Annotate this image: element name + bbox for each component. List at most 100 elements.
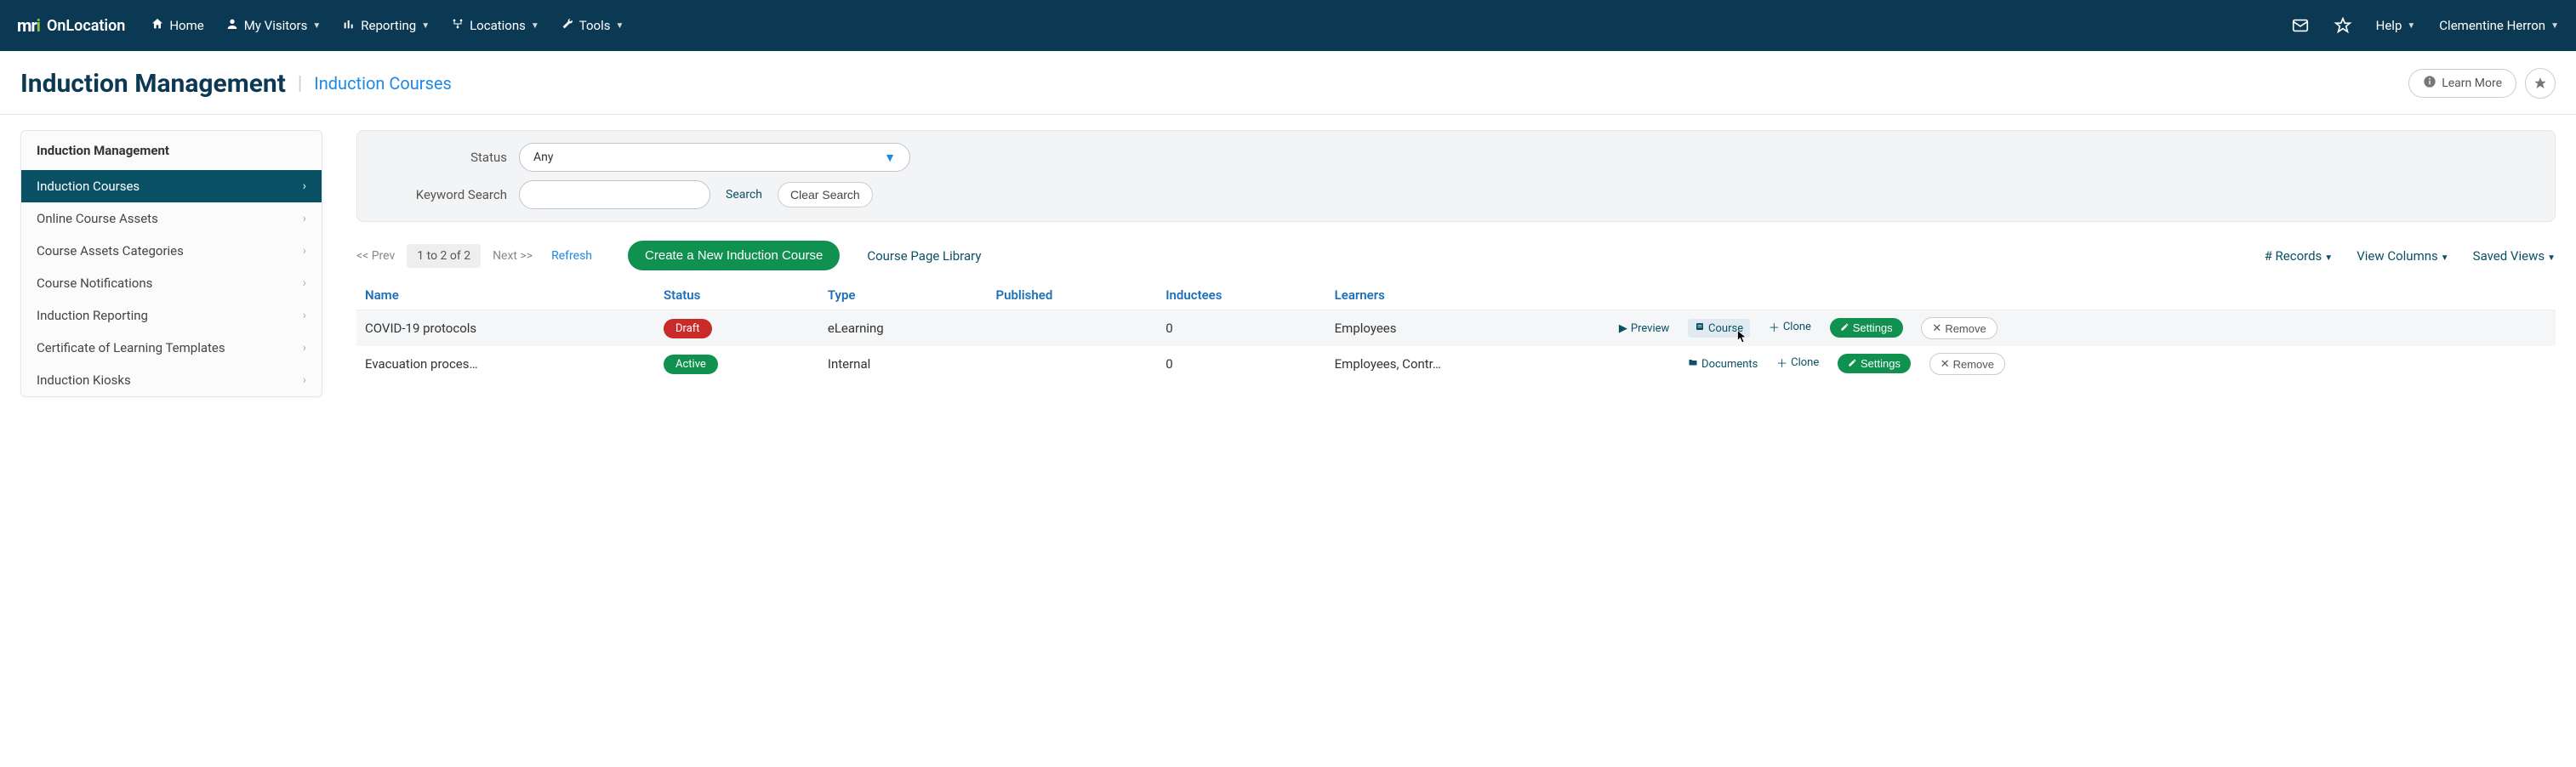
nav-reporting[interactable]: Reporting ▼ [342, 17, 430, 34]
col-name[interactable]: Name [356, 281, 655, 310]
chevron-right-icon: › [303, 373, 306, 387]
documents-link[interactable]: Documents [1688, 357, 1758, 371]
documents-label: Documents [1701, 358, 1758, 371]
sidebar-item-label: Course Notifications [37, 276, 152, 291]
col-type[interactable]: Type [819, 281, 988, 310]
sidebar-item-kiosks[interactable]: Induction Kiosks › [21, 364, 322, 396]
clone-label: Clone [1783, 321, 1811, 333]
prev-page[interactable]: << Prev [356, 249, 395, 263]
nav-visitors-label: My Visitors [244, 18, 308, 33]
star-icon[interactable] [2334, 16, 2352, 35]
brand[interactable]: mri OnLocation [17, 15, 125, 36]
next-page[interactable]: Next >> [493, 249, 533, 263]
cell-inductees[interactable]: 0 [1157, 310, 1325, 347]
status-badge: Draft [664, 319, 712, 338]
status-label: Status [374, 150, 519, 165]
mail-icon[interactable] [2291, 16, 2310, 35]
chevron-right-icon: › [303, 244, 306, 258]
body: Induction Management Induction Courses ›… [0, 115, 2576, 412]
saved-views-dropdown[interactable]: Saved Views▼ [2473, 248, 2556, 264]
nav-home[interactable]: Home [151, 17, 203, 34]
columns-label: View Columns [2357, 248, 2438, 264]
settings-button[interactable]: Settings [1830, 318, 1903, 338]
edit-icon [1848, 357, 1857, 370]
nav-right: Help ▼ Clementine Herron ▼ [2291, 16, 2559, 35]
col-published[interactable]: Published [987, 281, 1157, 310]
settings-label: Settings [1861, 357, 1901, 370]
cell-published [987, 346, 1157, 382]
col-actions [1610, 281, 2556, 310]
caret-down-icon: ▼ [2407, 21, 2415, 31]
caret-down-icon: ▼ [312, 21, 321, 31]
cell-name: Evacuation proces… [356, 346, 655, 382]
cell-type: Internal [819, 346, 988, 382]
status-value: Any [533, 151, 554, 164]
edit-icon [1840, 321, 1849, 334]
clone-link[interactable]: ＋Clone [1776, 355, 1819, 371]
table-header-row: Name Status Type Published Inductees Lea… [356, 281, 2556, 310]
cell-learners: Employees, Contr… [1326, 346, 1610, 382]
search-button[interactable]: Search [726, 188, 762, 202]
sidebar-item-courses[interactable]: Induction Courses › [21, 170, 322, 202]
remove-label: Remove [1945, 322, 1986, 335]
col-inductees[interactable]: Inductees [1157, 281, 1325, 310]
nav-user[interactable]: Clementine Herron ▼ [2439, 18, 2559, 33]
course-link[interactable]: Course [1688, 319, 1750, 338]
records-label: # Records [2265, 248, 2322, 264]
col-learners[interactable]: Learners [1326, 281, 1610, 310]
nav-tools-label: Tools [579, 18, 611, 33]
clone-link[interactable]: ＋Clone [1769, 319, 1811, 335]
nav-help[interactable]: Help ▼ [2376, 18, 2416, 33]
page-header: Induction Management | Induction Courses… [0, 51, 2576, 115]
sidebar-header: Induction Management [21, 131, 322, 170]
favorite-button[interactable] [2525, 68, 2556, 99]
close-icon: ✕ [1941, 357, 1950, 371]
clear-search-button[interactable]: Clear Search [778, 182, 873, 207]
sidebar-item-asset-categories[interactable]: Course Assets Categories › [21, 235, 322, 267]
remove-button[interactable]: ✕ Remove [1921, 317, 1997, 339]
caret-down-icon: ▼ [421, 21, 430, 31]
records-dropdown[interactable]: # Records▼ [2265, 248, 2334, 264]
close-icon: ✕ [1932, 321, 1941, 335]
remove-button[interactable]: ✕Remove [1929, 353, 2005, 375]
learn-more-button[interactable]: Learn More [2408, 69, 2516, 98]
status-select[interactable]: Any ▼ [519, 143, 910, 172]
keyword-input[interactable] [519, 180, 710, 209]
book-icon [1695, 321, 1705, 335]
courses-table: Name Status Type Published Inductees Lea… [356, 281, 2556, 382]
page-title: Induction Management [20, 69, 286, 99]
header-actions: Learn More [2408, 68, 2556, 99]
preview-link[interactable]: ▶Preview [1619, 322, 1669, 335]
course-page-library-link[interactable]: Course Page Library [867, 248, 981, 264]
nav-locations[interactable]: Locations ▼ [451, 17, 539, 34]
col-status[interactable]: Status [655, 281, 819, 310]
view-columns-dropdown[interactable]: View Columns▼ [2357, 248, 2448, 264]
nav-visitors[interactable]: My Visitors ▼ [225, 17, 322, 34]
settings-label: Settings [1853, 321, 1893, 334]
wrench-icon [561, 17, 574, 34]
table-row: Evacuation proces… Active Internal 0 Emp… [356, 346, 2556, 382]
folder-icon [1688, 357, 1698, 371]
sidebar-item-reporting[interactable]: Induction Reporting › [21, 299, 322, 332]
location-icon [451, 17, 464, 34]
refresh-link[interactable]: Refresh [551, 249, 592, 263]
sidebar-item-notifications[interactable]: Course Notifications › [21, 267, 322, 299]
nav-locations-label: Locations [470, 18, 526, 33]
chart-icon [342, 17, 356, 34]
sidebar-item-certificates[interactable]: Certificate of Learning Templates › [21, 332, 322, 364]
chevron-right-icon: › [303, 309, 306, 322]
sidebar-item-label: Induction Kiosks [37, 372, 131, 388]
nav-tools[interactable]: Tools ▼ [561, 17, 624, 34]
sidebar-item-label: Certificate of Learning Templates [37, 340, 225, 355]
brand-name: OnLocation [47, 17, 125, 35]
preview-label: Preview [1631, 322, 1669, 335]
page-separator: | [298, 73, 302, 94]
sidebar-item-label: Online Course Assets [37, 211, 158, 226]
sidebar-item-online-assets[interactable]: Online Course Assets › [21, 202, 322, 235]
top-nav: mri OnLocation Home My Visitors ▼ Report… [0, 0, 2576, 51]
cell-inductees[interactable]: 0 [1157, 346, 1325, 382]
create-course-button[interactable]: Create a New Induction Course [628, 241, 840, 270]
settings-button[interactable]: Settings [1838, 354, 1911, 373]
nav-help-label: Help [2376, 18, 2402, 33]
page-subtitle: Induction Courses [314, 73, 452, 94]
